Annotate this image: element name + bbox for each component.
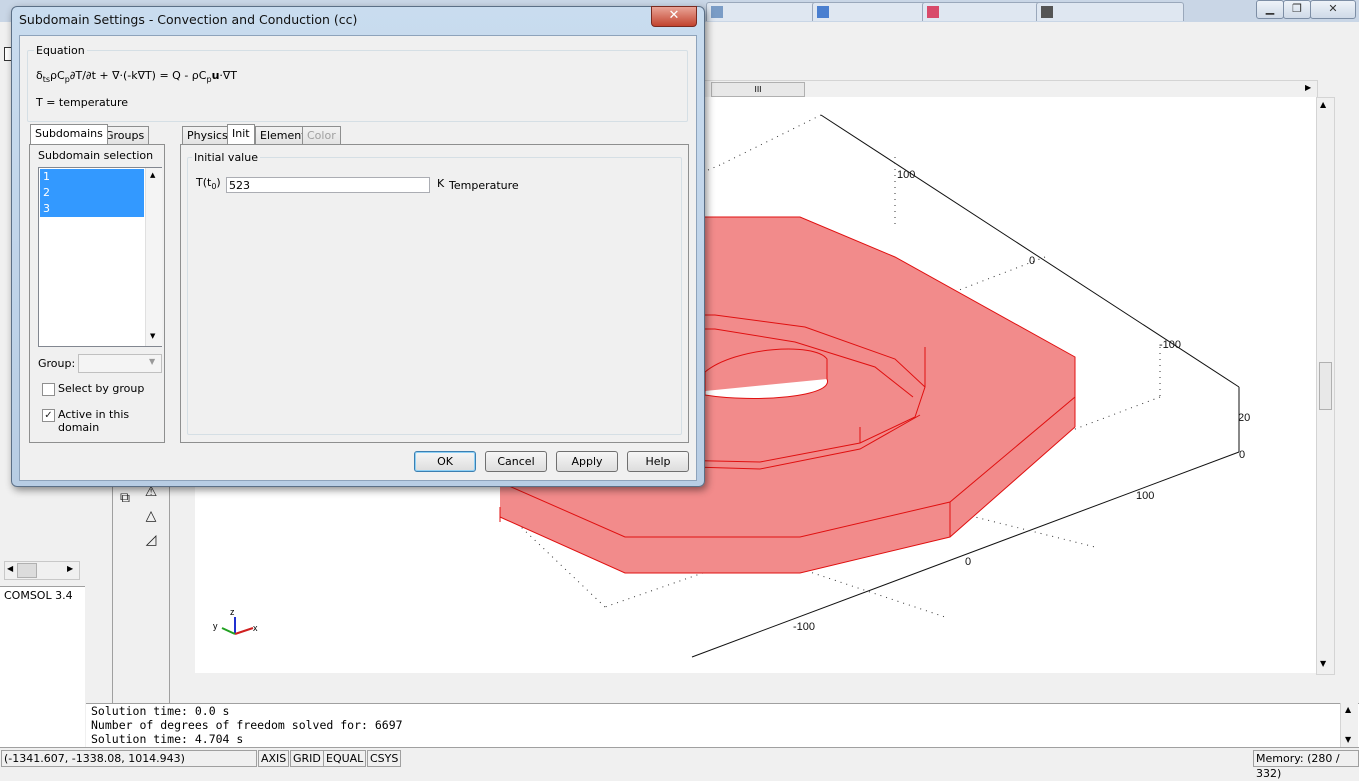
list-item[interactable]: 3 — [40, 201, 144, 217]
subdomain-list[interactable]: 1 2 3 ▲ ▼ — [38, 167, 162, 347]
list-scrollbar[interactable]: ▲ ▼ — [145, 168, 162, 346]
tab-physics[interactable]: Physics — [182, 126, 233, 144]
chevron-down-icon: ▼ — [149, 357, 156, 366]
scroll-thumb[interactable]: III — [711, 82, 805, 97]
cancel-button[interactable]: Cancel — [485, 451, 547, 472]
scroll-right-icon[interactable]: ▶ — [67, 564, 73, 573]
scroll-down-icon[interactable]: ▼ — [1345, 735, 1351, 744]
subdomains-panel: Subdomain selection 1 2 3 ▲ ▼ Group: ▼ S… — [29, 144, 165, 443]
subdomain-items: 1 2 3 — [40, 169, 144, 217]
page-icon — [927, 6, 939, 18]
group-label: Group: — [38, 357, 76, 370]
help-button[interactable]: Help — [627, 451, 689, 472]
draw-toolbar: ⧉ ⚠ △ ◿ — [112, 476, 170, 704]
active-in-domain-checkbox[interactable]: ✓ — [42, 409, 55, 422]
scroll-right-icon[interactable]: ▶ — [1305, 83, 1311, 92]
left-horizontal-scrollbar[interactable]: ◀ ▶ — [4, 561, 80, 580]
initial-value-label: Initial value — [192, 151, 260, 164]
browser-tab[interactable] — [1036, 2, 1184, 21]
axis-tick-label: -100 — [793, 621, 815, 633]
tab-color: Color — [302, 126, 341, 144]
initial-value-group: Initial value T(t0) K Temperature — [187, 151, 682, 435]
scroll-up-icon[interactable]: ▲ — [150, 171, 155, 179]
axis-triad: z y x — [213, 607, 258, 635]
initial-variable-label: T(t0) — [196, 176, 221, 191]
grid-line — [719, 114, 822, 166]
scroll-down-icon[interactable]: ▼ — [1320, 659, 1326, 668]
scroll-thumb[interactable] — [1319, 362, 1332, 410]
add-triangle-icon[interactable]: △ — [141, 506, 161, 526]
ok-button[interactable]: OK — [414, 451, 476, 472]
scroll-up-icon[interactable]: ▲ — [1320, 100, 1326, 109]
triad-z-label: z — [230, 607, 235, 617]
scroll-down-icon[interactable]: ▼ — [150, 332, 155, 340]
left-tab-strip: Subdomains Groups — [30, 124, 172, 146]
list-item[interactable]: 2 — [40, 185, 144, 201]
axis-tick-label: 100 — [897, 169, 915, 181]
page-icon — [1041, 6, 1053, 18]
triangle-tool-icon[interactable]: ◿ — [141, 530, 161, 550]
tab-init[interactable]: Init — [227, 124, 255, 144]
scroll-thumb[interactable] — [17, 563, 37, 578]
group-select[interactable]: ▼ — [78, 354, 162, 373]
apply-button[interactable]: Apply — [556, 451, 618, 472]
page-icon — [817, 6, 829, 18]
memory-readout: Memory: (280 / 332) — [1253, 750, 1359, 780]
axis-tick-label: 20 — [1238, 412, 1250, 424]
minimize-button[interactable]: ▁ — [1256, 0, 1284, 19]
subdomain-settings-dialog: Subdomain Settings - Convection and Cond… — [11, 6, 705, 487]
init-panel: Initial value T(t0) K Temperature — [180, 144, 689, 443]
equation-text: δtsρCp∂T/∂t + ∇·(-k∇T) = Q - ρCpu·∇T — [36, 69, 237, 84]
equation-group: Equation δtsρCp∂T/∂t + ∇·(-k∇T) = Q - ρC… — [27, 44, 688, 122]
log-panel: Solution time: 0.0 s Number of degrees o… — [86, 703, 1359, 748]
right-tab-strip: Physics Init Element Color — [182, 124, 382, 146]
page-icon — [711, 6, 723, 18]
variable-description: Temperature — [449, 179, 519, 192]
equal-toggle[interactable]: EQUAL — [323, 750, 367, 767]
equation-group-label: Equation — [34, 44, 87, 57]
dialog-body: Equation δtsρCp∂T/∂t + ∇·(-k∇T) = Q - ρC… — [19, 35, 697, 481]
axis-tick-label: -100 — [1159, 339, 1181, 351]
triad-y-label: y — [213, 621, 218, 631]
unit-label: K — [437, 177, 445, 190]
triad-x-label: x — [253, 623, 258, 633]
active-in-domain-label: Active in this domain — [58, 408, 130, 434]
initial-temperature-input[interactable] — [226, 177, 430, 193]
log-vertical-scrollbar[interactable]: ▲ ▼ — [1340, 703, 1358, 747]
select-by-group-label: Select by group — [58, 382, 145, 395]
window-close-button[interactable]: ✕ — [1310, 0, 1356, 19]
window-icon[interactable]: ⧉ — [115, 488, 135, 508]
axis-toggle[interactable]: AXIS — [258, 750, 290, 767]
grid-toggle[interactable]: GRID — [290, 750, 324, 767]
maximize-button[interactable]: ❐ — [1283, 0, 1311, 19]
version-label: COMSOL 3.4 — [4, 589, 73, 602]
status-bar: (-1341.607, -1338.08, 1014.943) AXIS GRI… — [0, 747, 1359, 780]
subdomain-selection-label: Subdomain selection — [36, 149, 156, 162]
coordinates-readout: (-1341.607, -1338.08, 1014.943) — [1, 750, 257, 767]
log-line: Solution time: 0.0 s — [91, 704, 230, 718]
dialog-title: Subdomain Settings - Convection and Cond… — [19, 12, 358, 27]
dialog-close-button[interactable]: ✕ — [651, 6, 697, 27]
axis-tick-label: 0 — [1239, 449, 1245, 461]
axis-tick-label: 0 — [965, 556, 971, 568]
canvas-vertical-scrollbar[interactable]: ▲ ▼ — [1316, 97, 1335, 675]
axis-tick-label: 0 — [1029, 255, 1035, 267]
scroll-left-icon[interactable]: ◀ — [7, 564, 13, 573]
tab-subdomains[interactable]: Subdomains — [30, 124, 108, 144]
scroll-up-icon[interactable]: ▲ — [1345, 705, 1351, 714]
csys-toggle[interactable]: CSYS — [367, 750, 402, 767]
list-item[interactable]: 1 — [40, 169, 144, 185]
select-by-group-checkbox[interactable] — [42, 383, 55, 396]
version-panel: COMSOL 3.4 — [0, 586, 85, 747]
axis-tick-label: 100 — [1136, 490, 1154, 502]
equation-definition: T = temperature — [36, 96, 129, 109]
log-line: Solution time: 4.704 s — [91, 732, 244, 746]
log-line: Number of degrees of freedom solved for:… — [91, 718, 403, 732]
